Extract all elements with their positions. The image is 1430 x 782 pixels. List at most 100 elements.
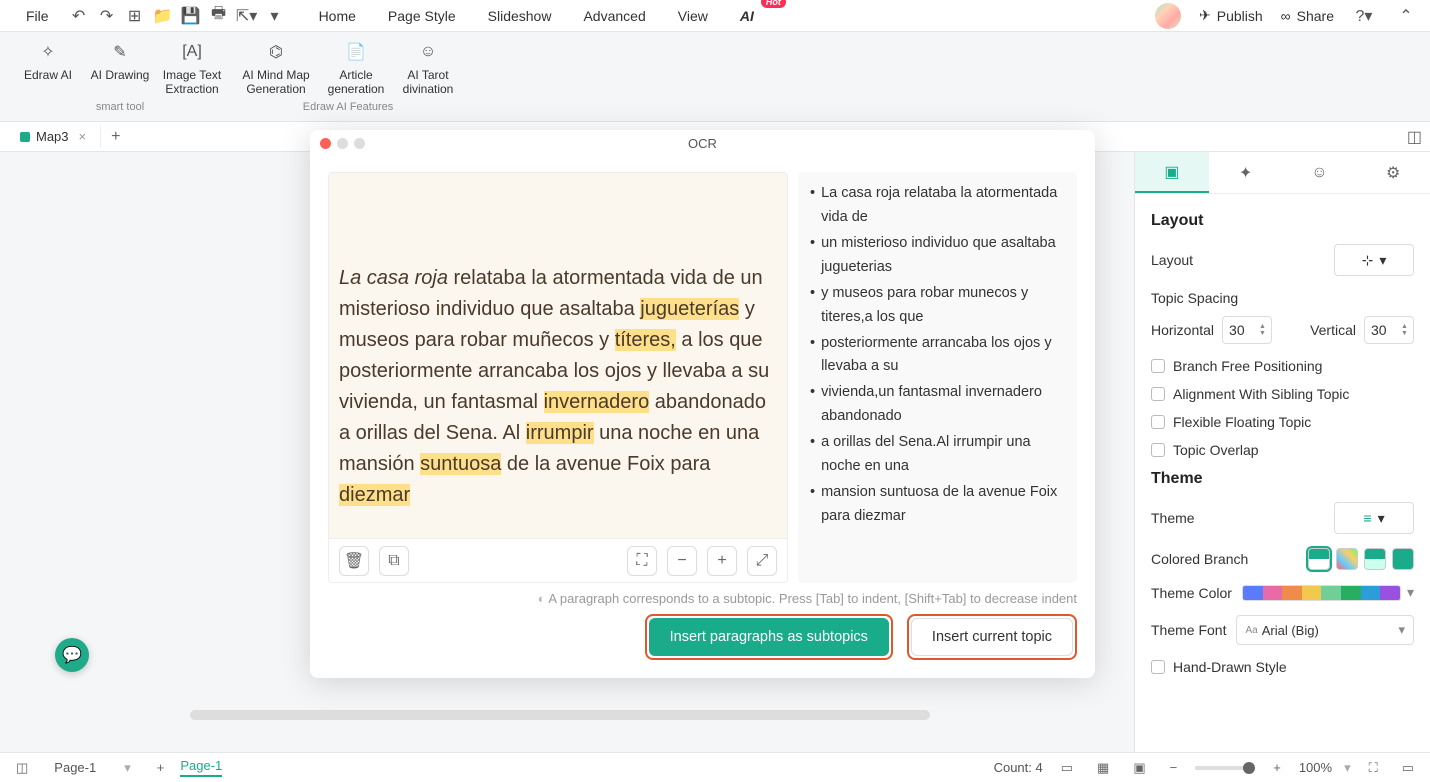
chevron-down-icon: ▾ <box>1398 622 1405 638</box>
horizontal-stepper[interactable]: 30▲▼ <box>1222 316 1272 344</box>
ribbon-mind-map[interactable]: ⌬AI Mind Map Generation <box>232 38 320 99</box>
tab-emoji-icon[interactable]: ☺ <box>1283 152 1357 193</box>
highlight-box: Insert paragraphs as subtopics <box>645 614 893 660</box>
checkbox-overlap[interactable]: Topic Overlap <box>1151 442 1414 458</box>
fit-icon[interactable]: ⛶ <box>627 546 657 576</box>
checkbox-alignment[interactable]: Alignment With Sibling Topic <box>1151 386 1414 402</box>
help-icon[interactable]: ?▾ <box>1352 4 1376 28</box>
list-item[interactable]: La casa roja relataba la atormentada vid… <box>810 182 1065 230</box>
undo-icon[interactable]: ↶ <box>67 4 91 28</box>
chevron-down-icon[interactable]: ▾ <box>1407 584 1414 601</box>
ribbon-tarot[interactable]: ☺AI Tarot divination <box>392 38 464 99</box>
tab-map3[interactable]: Map3 × <box>6 125 101 148</box>
menu-file[interactable]: File <box>12 4 63 28</box>
publish-icon: ✈ <box>1199 7 1211 24</box>
redo-icon[interactable]: ↷ <box>95 4 119 28</box>
ribbon-article[interactable]: 📄Article generation <box>320 38 392 99</box>
menu-page-style[interactable]: Page Style <box>374 4 470 28</box>
list-item[interactable]: y museos para robar munecos y titeres,a … <box>810 282 1065 330</box>
open-icon[interactable]: 📁 <box>151 4 175 28</box>
insert-current-button[interactable]: Insert current topic <box>911 618 1073 656</box>
tab-style-icon[interactable]: ✦ <box>1209 152 1283 193</box>
topic-spacing-label: Topic Spacing <box>1151 290 1414 306</box>
ribbon-edraw-ai[interactable]: ✧Edraw AI <box>12 38 84 99</box>
share-button[interactable]: ∞Share <box>1281 8 1334 24</box>
zoom-out-icon[interactable]: − <box>667 546 697 576</box>
copy-icon[interactable]: ⧉ <box>379 546 409 576</box>
page-tab-active[interactable]: Page-1 <box>180 758 222 777</box>
list-item[interactable]: a orillas del Sena.Al irrumpir una noche… <box>810 431 1065 479</box>
layout-select[interactable]: ⊹▾ <box>1334 244 1414 276</box>
checkbox-flexible[interactable]: Flexible Floating Topic <box>1151 414 1414 430</box>
list-item[interactable]: un misterioso individuo que asaltaba jug… <box>810 232 1065 280</box>
chat-icon: 💬 <box>62 645 82 665</box>
chevron-down-icon: ▾ <box>1378 510 1385 527</box>
outline-icon[interactable]: ◫ <box>10 758 34 778</box>
right-panel: ▣ ✦ ☺ ⚙ Layout Layout ⊹▾ Topic Spacing H… <box>1134 152 1430 752</box>
page-selector[interactable]: Page-1 ▾ <box>44 757 140 779</box>
fit-icon[interactable]: ▭ <box>1396 758 1420 778</box>
add-page-icon[interactable]: + <box>151 758 171 777</box>
menu-view[interactable]: View <box>664 4 722 28</box>
chat-fab[interactable]: 💬 <box>55 638 89 672</box>
view-mode-3-icon[interactable]: ▣ <box>1127 758 1151 778</box>
collapse-icon[interactable]: ⌃ <box>1394 4 1418 28</box>
tab-close-icon[interactable]: × <box>79 129 87 144</box>
horizontal-scrollbar[interactable] <box>190 710 930 720</box>
view-mode-1-icon[interactable]: ▭ <box>1055 758 1079 778</box>
branch-swatch-2[interactable] <box>1336 548 1358 570</box>
theme-color-select[interactable] <box>1242 585 1401 601</box>
ribbon-group-smart-tool: ✧Edraw AI ✎AI Drawing [A]Image Text Extr… <box>10 38 230 113</box>
ribbon-caption: smart tool <box>96 101 144 113</box>
ribbon-ai-drawing[interactable]: ✎AI Drawing <box>84 38 156 99</box>
list-item[interactable]: vivienda,un fantasmal invernadero abando… <box>810 381 1065 429</box>
layout-label: Layout <box>1151 252 1193 268</box>
fullscreen-icon[interactable]: ⛶ <box>1363 758 1384 778</box>
delete-icon[interactable]: 🗑 <box>339 546 369 576</box>
zoom-value[interactable]: 100% <box>1299 760 1332 775</box>
branch-swatch-1[interactable] <box>1308 548 1330 570</box>
print-icon[interactable]: 🖶 <box>207 4 231 28</box>
fullscreen-icon[interactable]: ⤢ <box>747 546 777 576</box>
more-icon[interactable]: ▾ <box>263 4 287 28</box>
zoom-in-icon[interactable]: + <box>707 546 737 576</box>
list-item[interactable]: posteriormente arrancaba los ojos y llev… <box>810 332 1065 380</box>
checkbox-hand-drawn[interactable]: Hand-Drawn Style <box>1151 659 1414 675</box>
theme-color-label: Theme Color <box>1151 585 1232 601</box>
branch-swatch-4[interactable] <box>1392 548 1414 570</box>
panel-toggle-icon[interactable]: ◫ <box>1407 127 1422 147</box>
right-panel-tabs: ▣ ✦ ☺ ⚙ <box>1135 152 1430 194</box>
ocr-image-toolbar: 🗑 ⧉ ⛶ − + ⤢ <box>329 538 787 582</box>
theme-font-select[interactable]: AaArial (Big)▾ <box>1236 615 1414 645</box>
view-mode-2-icon[interactable]: ▦ <box>1091 758 1115 778</box>
dialog-title-bar[interactable]: OCR <box>310 130 1095 156</box>
top-menu-bar: File ↶ ↷ ⊞ 📁 💾 🖶 ⇱▾ ▾ Home Page Style Sl… <box>0 0 1430 32</box>
zoom-out-icon[interactable]: − <box>1164 758 1184 777</box>
menu-advanced[interactable]: Advanced <box>569 4 659 28</box>
export-icon[interactable]: ⇱▾ <box>235 4 259 28</box>
save-icon[interactable]: 💾 <box>179 4 203 28</box>
new-icon[interactable]: ⊞ <box>123 4 147 28</box>
zoom-slider[interactable] <box>1195 766 1255 770</box>
publish-button[interactable]: ✈Publish <box>1199 7 1263 24</box>
ocr-result-panel[interactable]: La casa roja relataba la atormentada vid… <box>798 172 1077 583</box>
avatar[interactable] <box>1155 3 1181 29</box>
list-item[interactable]: mansion suntuosa de la avenue Foix para … <box>810 481 1065 529</box>
ocr-icon: [A] <box>180 40 204 64</box>
zoom-in-icon[interactable]: + <box>1267 758 1287 777</box>
menu-home[interactable]: Home <box>305 4 370 28</box>
colored-branch-label: Colored Branch <box>1151 551 1248 567</box>
tab-layout-icon[interactable]: ▣ <box>1135 152 1209 193</box>
insert-subtopics-button[interactable]: Insert paragraphs as subtopics <box>649 618 889 656</box>
tab-add-button[interactable]: + <box>101 124 130 150</box>
tab-settings-icon[interactable]: ⚙ <box>1356 152 1430 193</box>
ocr-source-text: La casa roja relataba la atormentada vid… <box>329 173 787 538</box>
ribbon-image-text[interactable]: [A]Image Text Extraction <box>156 38 228 99</box>
branch-swatch-3[interactable] <box>1364 548 1386 570</box>
checkbox-branch-free[interactable]: Branch Free Positioning <box>1151 358 1414 374</box>
vertical-stepper[interactable]: 30▲▼ <box>1364 316 1414 344</box>
menu-ai[interactable]: AIHot <box>726 4 768 28</box>
theme-select[interactable]: ≡▾ <box>1334 502 1414 534</box>
menu-slideshow[interactable]: Slideshow <box>474 4 566 28</box>
ocr-hint: A paragraph corresponds to a subtopic. P… <box>328 591 1077 606</box>
